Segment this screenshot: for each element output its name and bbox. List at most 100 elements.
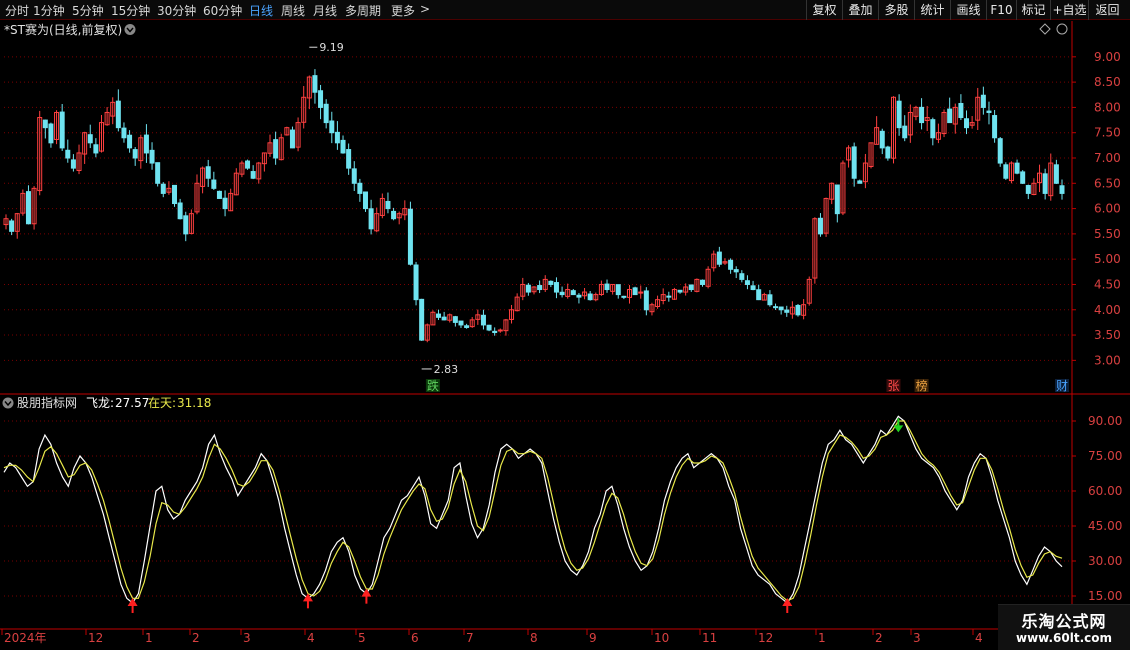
watermark-title: 乐淘公式网 (1021, 612, 1107, 631)
candle (649, 302, 655, 316)
candle (514, 293, 520, 312)
candle (200, 166, 206, 194)
candle-body (183, 215, 189, 235)
toolbar: 分时 1分钟 5分钟 15分钟 30分钟 60分钟 日线 周线 月线 多周期 更多 > 复权 叠加 多股 统计… (0, 0, 1130, 20)
candle (913, 105, 919, 121)
candle-body (795, 304, 801, 316)
candle (694, 278, 700, 293)
candle (475, 309, 481, 325)
toolbar-button[interactable]: +自选 (1050, 0, 1088, 20)
candle-body (1042, 173, 1048, 194)
timeframe-tab[interactable]: 更多 (391, 2, 415, 19)
timeframe-tab[interactable]: 5分钟 (72, 2, 104, 19)
candle-body (368, 208, 374, 230)
circle-settings-icon[interactable] (1056, 23, 1068, 35)
candle (166, 181, 172, 195)
candle-body (947, 108, 953, 124)
y-tick-label: 8.00 (1094, 100, 1121, 114)
more-arrow-icon[interactable]: > (420, 2, 430, 16)
dropdown-icon[interactable] (124, 24, 136, 35)
candle (273, 131, 279, 165)
candle (188, 209, 194, 235)
annotation-layer: 9.19 2.83 跌 张 榜 财 (127, 41, 1069, 613)
timeframe-tab[interactable]: 分时 (5, 2, 29, 19)
candle (576, 292, 582, 304)
y-tick-label: 3.50 (1094, 328, 1121, 342)
toolbar-button[interactable]: 复权 (806, 0, 842, 20)
candle (958, 94, 964, 121)
candle-body (492, 330, 498, 334)
timeframe-tab[interactable]: 周线 (281, 2, 305, 19)
candle (767, 290, 773, 307)
diamond-icon[interactable] (1039, 23, 1051, 35)
candle (284, 126, 290, 136)
x-tick-label: 3 (913, 631, 921, 645)
candle-body (480, 314, 486, 326)
x-tick-label: 12 (88, 631, 103, 645)
candle-body (930, 119, 936, 139)
dropdown-icon[interactable] (2, 397, 14, 409)
candle (447, 313, 453, 323)
candle (205, 159, 211, 187)
candle (829, 182, 835, 205)
toolbar-button[interactable]: F10 (986, 0, 1016, 20)
candle (598, 280, 604, 296)
candle (436, 309, 442, 321)
timeframe-tab[interactable]: 日线 (249, 2, 273, 19)
indicator-panel-header: 股朋指标网 飞龙: 27.57 在天: 31.18 (2, 395, 211, 410)
toolbar-button[interactable]: 多股 (878, 0, 914, 20)
candle-body (59, 111, 65, 149)
candle-body (65, 149, 71, 159)
candlestick-series (3, 69, 1065, 343)
toolbar-button[interactable]: 叠加 (842, 0, 878, 20)
candle (750, 280, 756, 291)
price-panel-title: *ST赛为(日线,前复权) (4, 22, 122, 37)
candle (660, 288, 666, 305)
y-tick-label: 7.00 (1094, 151, 1121, 165)
y-tick-label: 8.50 (1094, 75, 1121, 89)
x-tick-label: 6 (411, 631, 419, 645)
candle (739, 270, 745, 283)
candle (986, 101, 992, 125)
toolbar-button[interactable]: 标记 (1016, 0, 1050, 20)
candle-body (992, 115, 998, 139)
candle (48, 122, 54, 148)
toolbar-button[interactable]: 统计 (914, 0, 950, 20)
toolbar-button[interactable]: 画线 (950, 0, 986, 20)
candle-body (677, 289, 683, 293)
candle (93, 138, 99, 158)
candle (340, 135, 346, 154)
candle (655, 295, 661, 309)
candle (525, 282, 531, 296)
candle-body (756, 289, 762, 301)
candle (778, 306, 784, 315)
y-tick-label: 6.50 (1094, 176, 1121, 190)
y-tick-label: 9.00 (1094, 50, 1121, 64)
candle-body (143, 134, 149, 154)
toolbar-button[interactable]: 返回 (1088, 0, 1126, 20)
candle-body (211, 179, 217, 189)
candle (964, 110, 970, 135)
candle-body (666, 295, 672, 298)
candle (149, 142, 155, 170)
timeframe-tab[interactable]: 月线 (313, 2, 337, 19)
candle-body (778, 306, 784, 311)
timeframe-tab[interactable]: 60分钟 (203, 2, 242, 19)
timeframe-tab[interactable]: 多周期 (345, 2, 381, 19)
candle (705, 266, 711, 289)
candle (14, 212, 20, 239)
candle (289, 126, 295, 149)
candle-body (570, 290, 576, 296)
candle (183, 211, 189, 242)
x-tick-label: 9 (589, 631, 597, 645)
candle-body (615, 284, 621, 296)
candle (610, 283, 616, 295)
watermark-url: www.60lt.com (1015, 631, 1113, 645)
candle (817, 213, 823, 237)
timeframe-tab[interactable]: 30分钟 (157, 2, 196, 19)
timeframe-tab[interactable]: 15分钟 (111, 2, 150, 19)
timeframe-tab[interactable]: 1分钟 (33, 2, 65, 19)
candle-body (919, 106, 925, 124)
high-label: 9.19 (319, 41, 344, 54)
candle-body (318, 90, 324, 108)
